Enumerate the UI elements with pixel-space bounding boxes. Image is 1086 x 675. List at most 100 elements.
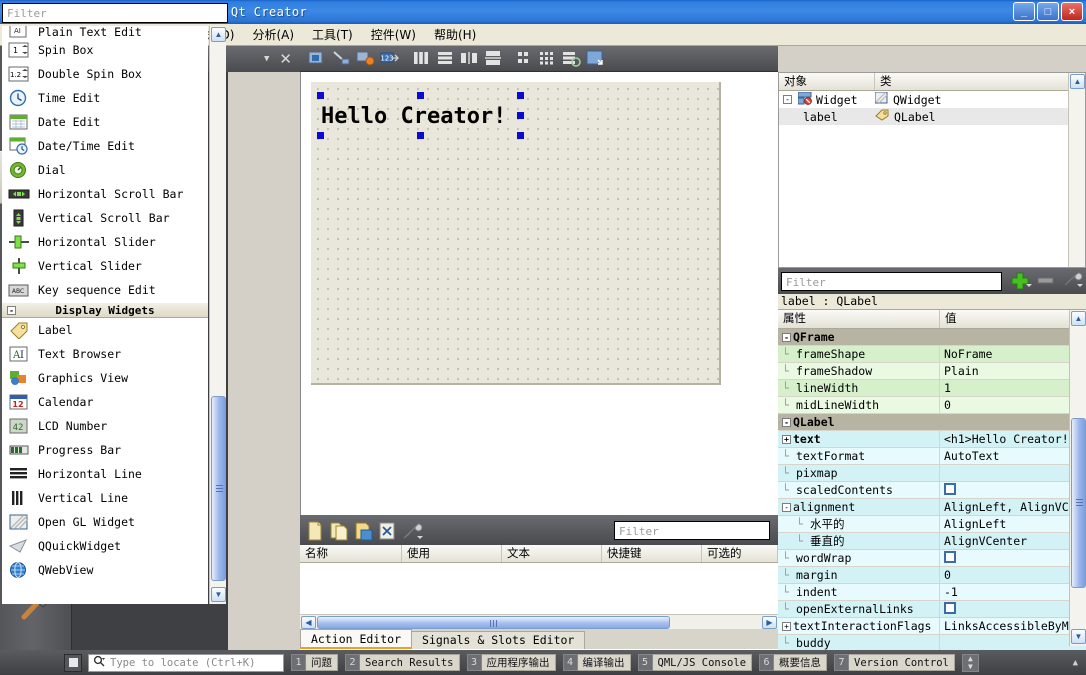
property-editor-scrollbar[interactable]: ▲ ▼ — [1069, 310, 1086, 646]
property-value[interactable]: AlignLeft — [940, 516, 1086, 532]
list-item[interactable]: Date/Time Edit — [2, 134, 208, 158]
menu-analyze[interactable]: 分析(A) — [243, 23, 303, 46]
status-pane-compile-output[interactable]: 4 编译输出 — [562, 654, 631, 671]
list-item[interactable]: Label — [2, 318, 208, 342]
property-value[interactable]: 0 — [940, 397, 1086, 413]
minimize-button[interactable]: _ — [1013, 2, 1035, 21]
checkbox-scaledcontents[interactable] — [944, 483, 956, 495]
tab-action-editor[interactable]: Action Editor — [300, 629, 413, 649]
status-pane-qmljs-console[interactable]: 5 QML/JS Console — [637, 654, 753, 671]
table-row[interactable]: - Widget QWidget — [779, 91, 1085, 108]
paste-icon[interactable] — [353, 520, 375, 541]
scroll-left-button[interactable]: ◀ — [301, 615, 316, 629]
scroll-up-button[interactable]: ▲ — [1070, 74, 1085, 89]
widget-box-scrollbar[interactable]: ▲ ▼ — [209, 26, 226, 604]
tab-order-icon[interactable]: 123 — [379, 49, 401, 69]
layout-vertical-icon[interactable] — [435, 49, 457, 69]
list-item[interactable]: Vertical Scroll Bar — [2, 206, 208, 230]
property-row[interactable]: └ textFormat AutoText — [778, 448, 1086, 465]
column-header-name[interactable]: 名称 — [300, 545, 402, 562]
group-expander-icon[interactable]: - — [7, 305, 16, 315]
status-pane-search-results[interactable]: 2 Search Results — [345, 654, 460, 671]
list-item[interactable]: Dial — [2, 158, 208, 182]
property-row[interactable]: └ midLineWidth 0 — [778, 397, 1086, 414]
column-header-used[interactable]: 使用 — [402, 545, 502, 562]
signals-slots-icon[interactable] — [331, 49, 353, 69]
property-row[interactable]: + textInteractionFlags LinksAccessibleByM… — [778, 618, 1086, 635]
property-value[interactable]: LinksAccessibleByM··· — [940, 618, 1086, 634]
resize-handle-bottom-right[interactable] — [517, 132, 524, 139]
scroll-down-button[interactable]: ▼ — [1071, 629, 1086, 644]
property-row[interactable]: └ indent -1 — [778, 584, 1086, 601]
tab-signals-slots-editor[interactable]: Signals & Slots Editor — [411, 631, 586, 649]
resize-handle-top-center[interactable] — [417, 92, 424, 99]
row-expander-icon[interactable]: + — [782, 622, 791, 631]
tree-expander-icon[interactable]: - — [783, 95, 792, 104]
column-header-class[interactable]: 类 — [875, 73, 1085, 90]
action-table-body[interactable] — [300, 563, 778, 614]
splitter-vertical-icon[interactable] — [483, 49, 505, 69]
up-down-icon[interactable]: ▲ ▼ — [961, 653, 979, 672]
property-value[interactable] — [940, 635, 1086, 651]
property-value[interactable] — [940, 465, 1086, 481]
property-row[interactable]: └ wordWrap — [778, 550, 1086, 567]
list-item[interactable]: 1 Spin Box — [2, 38, 208, 62]
property-value[interactable]: AlignVCenter — [940, 533, 1086, 549]
buddies-icon[interactable] — [355, 49, 377, 69]
layout-horizontal-icon[interactable] — [411, 49, 433, 69]
close-button[interactable]: × — [1061, 2, 1083, 21]
property-value-checkbox[interactable] — [940, 601, 1086, 617]
list-item[interactable]: AI Plain Text Edit — [2, 26, 208, 38]
checkbox-openexternallinks[interactable] — [944, 602, 956, 614]
action-filter-input[interactable]: Filter — [614, 520, 770, 540]
list-item[interactable]: QWebView — [2, 558, 208, 582]
resize-handle-top-right[interactable] — [517, 92, 524, 99]
menu-window[interactable]: 控件(W) — [362, 23, 425, 46]
property-row[interactable]: └ 垂直的 AlignVCenter — [778, 533, 1086, 550]
scroll-up-button[interactable]: ▲ — [211, 27, 226, 42]
property-value[interactable]: <h1>Hello Creator!··· — [940, 431, 1086, 447]
column-header-property[interactable]: 属性 — [778, 310, 940, 328]
form-editor-canvas[interactable]: Hello Creator! — [300, 72, 778, 515]
column-header-value[interactable]: 值 — [940, 310, 1086, 328]
list-item[interactable]: 1.2 Double Spin Box — [2, 62, 208, 86]
scroll-right-button[interactable]: ▶ — [762, 615, 777, 629]
status-pane-version-control[interactable]: 7 Version Control — [834, 654, 955, 671]
scroll-up-button[interactable]: ▲ — [1071, 311, 1086, 326]
property-row[interactable]: └ frameShadow Plain — [778, 363, 1086, 380]
checkbox-wordwrap[interactable] — [944, 551, 956, 563]
status-pane-application-output[interactable]: 3 应用程序输出 — [466, 654, 556, 671]
list-item[interactable]: Vertical Slider — [2, 254, 208, 278]
up-arrow-icon[interactable]: ▲ — [1073, 658, 1078, 668]
label-widget[interactable]: Hello Creator! — [321, 96, 521, 136]
new-file-icon[interactable] — [305, 520, 327, 541]
property-value[interactable]: 0 — [940, 567, 1086, 583]
property-value[interactable]: AutoText — [940, 448, 1086, 464]
property-value[interactable]: NoFrame — [940, 346, 1086, 362]
property-value-checkbox[interactable] — [940, 550, 1086, 566]
column-header-object[interactable]: 对象 — [779, 73, 875, 90]
layout-grid-icon[interactable] — [537, 49, 559, 69]
copy-icon[interactable] — [329, 520, 351, 541]
widget-box-list[interactable]: AI Plain Text Edit 1 Spin Box 1.2 Double… — [2, 26, 208, 604]
plus-icon[interactable] — [1010, 271, 1032, 292]
object-inspector-scrollbar[interactable]: ▲ — [1068, 73, 1085, 267]
menu-help[interactable]: 帮助(H) — [425, 23, 485, 46]
property-row[interactable]: - alignment AlignLeft, AlignVC··· — [778, 499, 1086, 516]
hscrollbar-thumb[interactable] — [317, 615, 670, 629]
property-row[interactable]: └ frameShape NoFrame — [778, 346, 1086, 363]
list-item[interactable]: QQuickWidget — [2, 534, 208, 558]
property-row[interactable]: └ 水平的 AlignLeft — [778, 516, 1086, 533]
status-pane-general-messages[interactable]: 6 概要信息 — [759, 654, 828, 671]
list-item[interactable]: AI Text Browser — [2, 342, 208, 366]
resize-handle-bottom-center[interactable] — [417, 132, 424, 139]
property-filter-input[interactable]: Filter — [781, 271, 1002, 291]
wrench-icon[interactable] — [1062, 271, 1084, 292]
property-row[interactable]: └ margin 0 — [778, 567, 1086, 584]
adjust-size-icon[interactable] — [585, 49, 607, 69]
wrench-icon[interactable] — [401, 520, 423, 540]
list-item[interactable]: Open GL Widget — [2, 510, 208, 534]
list-item[interactable]: Graphics View — [2, 366, 208, 390]
widget-box-filter-input[interactable]: Filter — [2, 3, 228, 23]
list-item[interactable]: ABC Key sequence Edit — [2, 278, 208, 302]
